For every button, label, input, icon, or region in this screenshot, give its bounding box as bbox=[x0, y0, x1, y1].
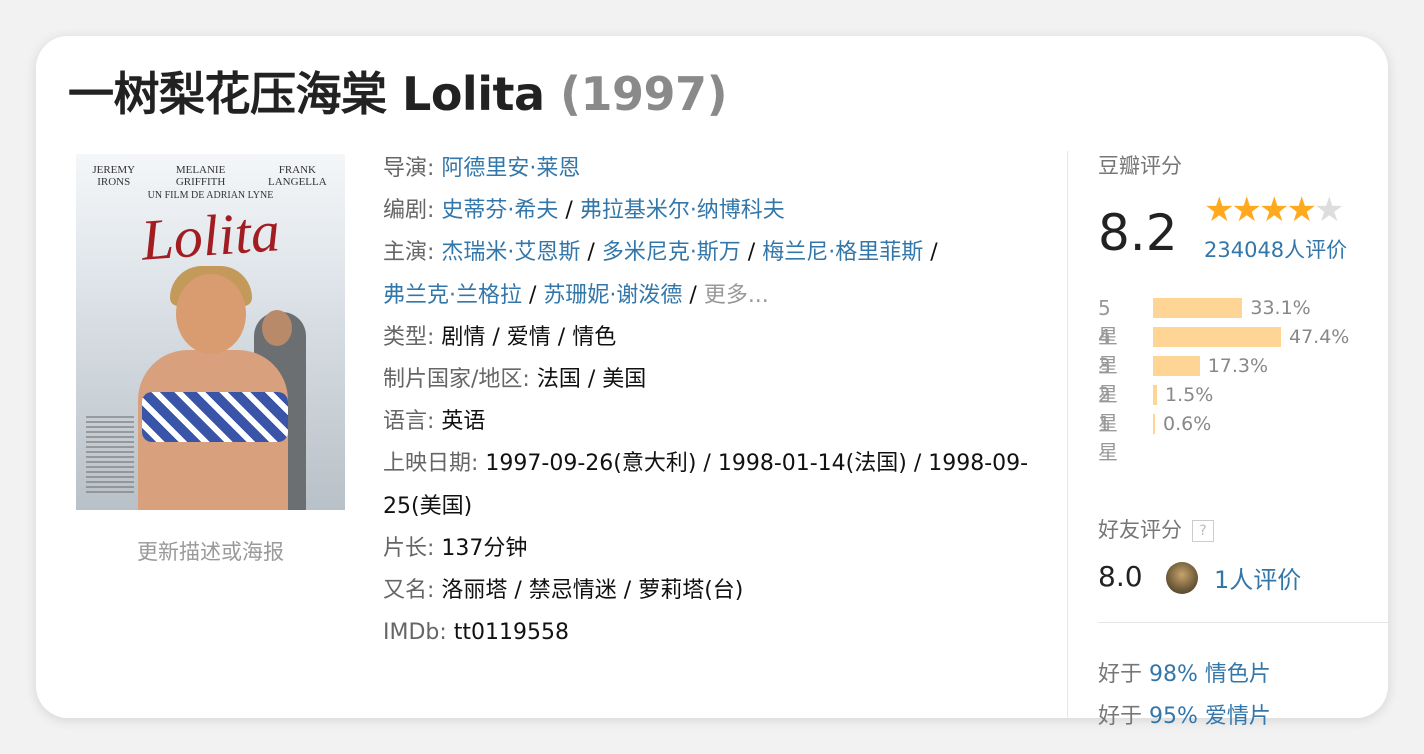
star-filled-icon: ★ bbox=[1286, 190, 1317, 230]
info-label: 导演: bbox=[383, 156, 442, 181]
separator: / bbox=[923, 240, 938, 266]
poster-actor-name: FRANK LANGELLA bbox=[268, 164, 327, 188]
star-level-label: 1星 bbox=[1098, 412, 1118, 464]
info-row-language: 语言: 英语 bbox=[383, 401, 1048, 443]
info-row-writer: 编剧: 史蒂芬·希夫 / 弗拉基米尔·纳博科夫 bbox=[383, 190, 1048, 232]
rating-percent: 17.3% bbox=[1207, 355, 1269, 377]
friend-count-link[interactable]: 1人评价 bbox=[1214, 560, 1301, 595]
rating-percent: 47.4% bbox=[1289, 326, 1350, 348]
separator: / bbox=[522, 282, 544, 308]
info-label: 编剧: bbox=[383, 198, 442, 224]
rating-bar bbox=[1153, 298, 1243, 318]
better-than-prefix: 好于 bbox=[1098, 704, 1149, 729]
poster-actor-name: MELANIE GRIFFITH bbox=[175, 164, 226, 188]
friend-score: 8.0 bbox=[1098, 560, 1143, 593]
poster-credits-top: JEREMY IRONS MELANIE GRIFFITH FRANK LANG… bbox=[76, 164, 345, 188]
rating-percent: 33.1% bbox=[1250, 297, 1311, 319]
runtime-value: 137分钟 bbox=[441, 535, 528, 561]
star-empty-icon: ★ bbox=[1313, 190, 1345, 230]
country-value: 法国 / 美国 bbox=[536, 367, 647, 393]
rating-percent: 1.5% bbox=[1165, 384, 1214, 406]
poster-figure bbox=[142, 392, 288, 442]
separator: / bbox=[580, 240, 602, 266]
info-row-runtime: 片长: 137分钟 bbox=[383, 528, 1048, 570]
writer-link[interactable]: 史蒂芬·希夫 bbox=[441, 198, 558, 223]
separator: / bbox=[682, 282, 704, 308]
info-label: 上映日期: bbox=[383, 451, 486, 477]
better-than-genre: 情色片 bbox=[1204, 662, 1271, 687]
more-cast-link[interactable]: 更多... bbox=[704, 283, 769, 308]
update-poster-link[interactable]: 更新描述或海报 bbox=[76, 536, 345, 566]
friend-rating-label: 好友评分 bbox=[1098, 518, 1182, 542]
rating-percent: 0.6% bbox=[1163, 413, 1212, 435]
info-row-cast: 主演: 杰瑞米·艾恩斯 / 多米尼克·斯万 / 梅兰尼·格里菲斯 / 弗兰克·兰… bbox=[383, 232, 1048, 316]
cast-link[interactable]: 弗兰克·兰格拉 bbox=[383, 283, 522, 308]
separator: / bbox=[740, 240, 763, 266]
better-than-row: 好于 98% 情色片 bbox=[1098, 656, 1271, 688]
info-label: IMDb: bbox=[383, 620, 454, 646]
page-title: 一树梨花压海棠 Lolita (1997) bbox=[68, 58, 728, 124]
movie-year: (1997) bbox=[560, 67, 728, 121]
avatar[interactable] bbox=[1166, 562, 1198, 594]
info-label: 制片国家/地区: bbox=[383, 367, 537, 393]
info-label: 主演: bbox=[383, 240, 442, 266]
better-than-percent: 98% bbox=[1149, 662, 1198, 687]
poster-figure bbox=[176, 274, 246, 354]
movie-poster[interactable]: JEREMY IRONS MELANIE GRIFFITH FRANK LANG… bbox=[76, 154, 345, 510]
info-label: 片长: bbox=[383, 535, 442, 561]
rating-bar bbox=[1153, 327, 1281, 347]
rating-bar bbox=[1153, 356, 1200, 376]
movie-info: 导演: 阿德里安·莱恩 编剧: 史蒂芬·希夫 / 弗拉基米尔·纳博科夫 主演: … bbox=[383, 148, 1048, 654]
movie-card: 一树梨花压海棠 Lolita (1997) JEREMY IRONS MELAN… bbox=[36, 36, 1388, 729]
cast-link[interactable]: 梅兰尼·格里菲斯 bbox=[762, 240, 923, 265]
info-label: 类型: bbox=[383, 324, 442, 350]
movie-name: 一树梨花压海棠 Lolita bbox=[68, 67, 545, 121]
cast-link[interactable]: 多米尼克·斯万 bbox=[602, 240, 741, 265]
star-filled-icon: ★ bbox=[1231, 190, 1262, 230]
poster-actor-name: JEREMY IRONS bbox=[92, 164, 136, 188]
info-row-director: 导演: 阿德里安·莱恩 bbox=[383, 148, 1048, 190]
rating-score: 8.2 bbox=[1098, 204, 1178, 262]
rating-stars: ★★★★★ bbox=[1204, 190, 1345, 230]
better-than-link[interactable]: 98% 情色片 bbox=[1149, 662, 1271, 687]
section-divider bbox=[1067, 151, 1068, 718]
rating-bar bbox=[1153, 385, 1158, 405]
rating-title: 豆瓣评分 bbox=[1098, 154, 1182, 178]
better-than-row: 好于 95% 爱情片 bbox=[1098, 698, 1271, 730]
info-label: 语言: bbox=[383, 409, 442, 435]
star-filled-icon: ★ bbox=[1204, 190, 1235, 230]
help-icon[interactable]: ? bbox=[1192, 520, 1214, 542]
rating-count-link[interactable]: 234048人评价 bbox=[1204, 234, 1347, 264]
language-value: 英语 bbox=[441, 409, 486, 435]
aka-value: 洛丽塔 / 禁忌情迷 / 萝莉塔(台) bbox=[441, 578, 744, 604]
info-label: 又名: bbox=[383, 578, 442, 604]
imdb-value: tt0119558 bbox=[453, 620, 570, 646]
better-than-prefix: 好于 bbox=[1098, 662, 1149, 687]
info-row-imdb: IMDb: tt0119558 bbox=[383, 612, 1048, 654]
director-link[interactable]: 阿德里安·莱恩 bbox=[441, 156, 580, 181]
poster-credits-block bbox=[86, 416, 134, 496]
separator: / bbox=[558, 198, 580, 224]
friend-rating-title: 好友评分? bbox=[1098, 514, 1214, 544]
rating-bar bbox=[1153, 414, 1155, 434]
better-than-genre: 爱情片 bbox=[1204, 704, 1271, 729]
better-than-percent: 95% bbox=[1149, 704, 1198, 729]
star-filled-icon: ★ bbox=[1258, 190, 1290, 230]
info-row-country: 制片国家/地区: 法国 / 美国 bbox=[383, 359, 1048, 401]
better-than-link[interactable]: 95% 爱情片 bbox=[1149, 704, 1271, 729]
info-row-release: 上映日期: 1997-09-26(意大利) / 1998-01-14(法国) /… bbox=[383, 443, 1048, 527]
info-row-aka: 又名: 洛丽塔 / 禁忌情迷 / 萝莉塔(台) bbox=[383, 570, 1048, 612]
genre-value: 剧情 / 爱情 / 情色 bbox=[441, 324, 617, 350]
cast-link[interactable]: 苏珊妮·谢泼德 bbox=[543, 283, 682, 308]
writer-link[interactable]: 弗拉基米尔·纳博科夫 bbox=[580, 198, 785, 223]
cast-link[interactable]: 杰瑞米·艾恩斯 bbox=[441, 240, 580, 265]
poster-figure bbox=[262, 310, 292, 346]
rating-divider bbox=[1098, 622, 1388, 623]
info-row-genre: 类型: 剧情 / 爱情 / 情色 bbox=[383, 317, 1048, 359]
